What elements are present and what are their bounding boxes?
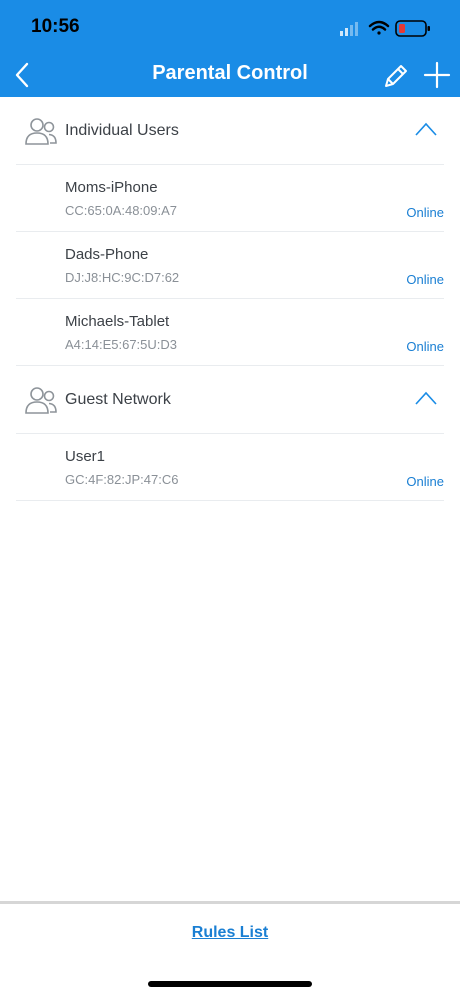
- device-mac: GC:4F:82:JP:47:C6: [65, 472, 179, 487]
- status-badge: Online: [406, 339, 444, 354]
- chevron-up-icon[interactable]: [414, 121, 438, 137]
- signal-icon: [340, 22, 358, 36]
- status-icons: [338, 17, 438, 39]
- device-name: Dads-Phone: [65, 246, 149, 263]
- home-indicator: [148, 981, 312, 987]
- battery-icon: [395, 20, 430, 37]
- group-header-individual-users[interactable]: Individual Users: [16, 97, 444, 165]
- device-name: Michaels-Tablet: [65, 313, 170, 330]
- edit-button[interactable]: [380, 60, 412, 92]
- device-mac: A4:14:E5:67:5U:D3: [65, 337, 178, 352]
- list-item[interactable]: Moms-iPhone CC:65:0A:48:09:A7 Online: [16, 165, 444, 232]
- device-mac: DJ:J8:HC:9C:D7:62: [65, 270, 180, 285]
- chevron-up-icon[interactable]: [414, 390, 438, 406]
- status-time: 10:56: [31, 16, 80, 37]
- add-button[interactable]: [420, 58, 454, 92]
- rules-list-link[interactable]: Rules List: [0, 924, 460, 942]
- device-name: Moms-iPhone: [65, 179, 158, 196]
- device-name: User1: [65, 448, 106, 465]
- device-list: Individual Users Moms-iPhone CC:65:0A:48…: [0, 97, 460, 501]
- edit-icon: [385, 65, 407, 87]
- wifi-icon: [368, 20, 390, 35]
- list-item[interactable]: Dads-Phone DJ:J8:HC:9C:D7:62 Online: [16, 232, 444, 299]
- status-badge: Online: [406, 205, 444, 220]
- list-item[interactable]: User1 GC:4F:82:JP:47:C6 Online: [16, 434, 444, 501]
- device-mac: CC:65:0A:48:09:A7: [65, 203, 178, 218]
- app-header: 10:56 Parental Control: [0, 0, 460, 97]
- list-item[interactable]: Michaels-Tablet A4:14:E5:67:5U:D3 Online: [16, 299, 444, 366]
- add-icon: [423, 61, 451, 89]
- group-title: Individual Users: [65, 122, 179, 139]
- status-badge: Online: [406, 272, 444, 287]
- group-title: Guest Network: [65, 391, 171, 408]
- group-header-guest-network[interactable]: Guest Network: [16, 366, 444, 434]
- status-badge: Online: [406, 474, 444, 489]
- users-icon: [24, 385, 58, 415]
- users-icon: [24, 116, 58, 146]
